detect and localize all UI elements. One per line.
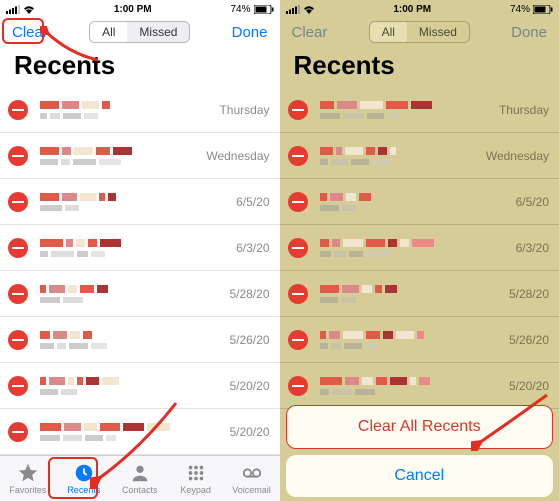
recents-row[interactable]: 5/28/20 [280, 271, 559, 317]
delete-minus-icon[interactable] [8, 376, 28, 396]
tab-bar: Favorites Recents Contacts Keypad Voicem… [0, 455, 280, 501]
call-date: 5/28/20 [229, 287, 269, 301]
delete-minus-icon[interactable] [288, 238, 308, 258]
recents-row[interactable]: Thursday [280, 87, 559, 133]
call-date: 5/20/20 [229, 425, 269, 439]
status-time: 1:00 PM [393, 4, 431, 15]
nav-bar: Clear All Missed Done [280, 16, 559, 48]
recents-row[interactable]: 5/20/20 [280, 363, 559, 409]
call-date: 6/3/20 [236, 241, 269, 255]
tab-contacts[interactable]: Contacts [114, 462, 166, 495]
recents-row[interactable]: 6/5/20 [0, 179, 280, 225]
call-entry-blurred [40, 377, 223, 395]
call-date: 5/20/20 [229, 379, 269, 393]
tab-voicemail[interactable]: Voicemail [226, 462, 278, 495]
phone-left: 1:00 PM 74% Clear All Missed Done Recent… [0, 0, 280, 501]
recents-row[interactable]: 5/20/20 [0, 409, 280, 455]
call-entry-blurred [320, 285, 503, 303]
wifi-icon [303, 5, 315, 14]
delete-minus-icon[interactable] [8, 146, 28, 166]
signal-icon [6, 5, 20, 14]
delete-minus-icon[interactable] [288, 100, 308, 120]
recents-row[interactable]: Thursday [0, 87, 280, 133]
call-date: 6/3/20 [516, 241, 549, 255]
seg-all[interactable]: All [370, 22, 407, 42]
call-date: Wednesday [486, 149, 549, 163]
page-title: Recents [0, 48, 280, 87]
battery-icon [254, 5, 274, 14]
clear-button[interactable]: Clear [6, 22, 54, 43]
call-date: 6/5/20 [236, 195, 269, 209]
delete-minus-icon[interactable] [288, 146, 308, 166]
wifi-icon [23, 5, 35, 14]
signal-icon [286, 5, 300, 14]
call-entry-blurred [40, 331, 223, 349]
delete-minus-icon[interactable] [288, 376, 308, 396]
call-entry-blurred [320, 101, 493, 119]
tab-favorites[interactable]: Favorites [2, 462, 54, 495]
action-sheet: Clear All Recents Cancel [286, 405, 554, 497]
call-date: 5/26/20 [229, 333, 269, 347]
call-date: Thursday [219, 103, 269, 117]
call-date: 6/5/20 [516, 195, 549, 209]
call-date: 5/28/20 [509, 287, 549, 301]
delete-minus-icon[interactable] [8, 284, 28, 304]
status-time: 1:00 PM [114, 4, 152, 15]
clear-button[interactable]: Clear [286, 22, 334, 43]
clear-all-recents-button[interactable]: Clear All Recents [286, 405, 554, 449]
recents-row[interactable]: 6/3/20 [0, 225, 280, 271]
call-entry-blurred [40, 285, 223, 303]
recents-row[interactable]: 5/26/20 [280, 317, 559, 363]
nav-bar: Clear All Missed Done [0, 16, 280, 48]
seg-all[interactable]: All [90, 22, 127, 42]
call-entry-blurred [320, 239, 510, 257]
call-entry-blurred [40, 101, 213, 119]
cancel-button[interactable]: Cancel [286, 455, 554, 497]
call-entry-blurred [40, 193, 230, 211]
battery-pct: 74% [230, 4, 250, 15]
delete-minus-icon[interactable] [288, 192, 308, 212]
call-entry-blurred [320, 377, 503, 395]
status-bar: 1:00 PM 74% [0, 0, 280, 16]
seg-missed[interactable]: Missed [407, 22, 469, 42]
battery-icon [533, 5, 553, 14]
status-bar: 1:00 PM 74% [280, 0, 559, 16]
call-entry-blurred [320, 331, 503, 349]
call-entry-blurred [40, 147, 200, 165]
call-date: 5/20/20 [509, 379, 549, 393]
recents-row[interactable]: 6/5/20 [280, 179, 559, 225]
call-date: Thursday [499, 103, 549, 117]
recents-list[interactable]: Thursday Wednesday 6/5/20 6/3/20 5/28/20 5/26… [0, 87, 280, 455]
battery-pct: 74% [510, 4, 530, 15]
recents-row[interactable]: Wednesday [0, 133, 280, 179]
delete-minus-icon[interactable] [288, 284, 308, 304]
call-entry-blurred [40, 239, 230, 257]
recents-row[interactable]: 6/3/20 [280, 225, 559, 271]
call-entry-blurred [320, 147, 480, 165]
done-button[interactable]: Done [505, 22, 553, 43]
page-title: Recents [280, 48, 559, 87]
delete-minus-icon[interactable] [8, 330, 28, 350]
tab-recents[interactable]: Recents [58, 462, 110, 495]
segmented-control[interactable]: All Missed [369, 21, 470, 43]
delete-minus-icon[interactable] [8, 422, 28, 442]
call-entry-blurred [320, 193, 510, 211]
delete-minus-icon[interactable] [8, 238, 28, 258]
tab-keypad[interactable]: Keypad [170, 462, 222, 495]
delete-minus-icon[interactable] [8, 192, 28, 212]
segmented-control[interactable]: All Missed [89, 21, 190, 43]
call-date: Wednesday [206, 149, 269, 163]
recents-row[interactable]: Wednesday [280, 133, 559, 179]
seg-missed[interactable]: Missed [127, 22, 189, 42]
recents-row[interactable]: 5/28/20 [0, 271, 280, 317]
done-button[interactable]: Done [226, 22, 274, 43]
two-phone-layout: 1:00 PM 74% Clear All Missed Done Recent… [0, 0, 559, 501]
call-date: 5/26/20 [509, 333, 549, 347]
delete-minus-icon[interactable] [8, 100, 28, 120]
delete-minus-icon[interactable] [288, 330, 308, 350]
call-entry-blurred [40, 423, 223, 441]
recents-row[interactable]: 5/20/20 [0, 363, 280, 409]
phone-right: 1:00 PM 74% Clear All Missed Done Recent… [280, 0, 559, 501]
recents-row[interactable]: 5/26/20 [0, 317, 280, 363]
